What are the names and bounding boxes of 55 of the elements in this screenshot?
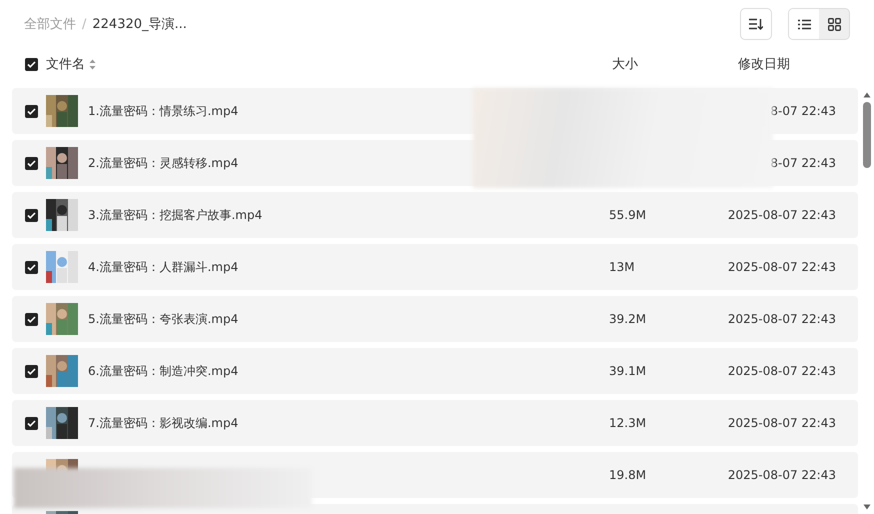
modified-date: 2025-08-07 22:43 [728,468,836,482]
grid-icon [828,18,840,30]
check-icon [27,316,36,322]
size-column-header: 大小 [612,56,638,73]
file-name: 4.流量密码：人群漏斗.mp4 [88,258,238,276]
modified-date: 8-07 22:43 [770,156,836,170]
file-size: 13M [609,260,635,274]
modified-date: 2025-08-07 22:43 [728,312,836,326]
file-size: 12.3M [609,416,646,430]
check-icon [27,60,36,68]
row-checkbox[interactable] [25,208,38,222]
check-icon [27,160,36,166]
list-icon [798,18,810,30]
scroll-down-icon[interactable] [863,504,871,510]
modified-date: 2025-08-07 22:43 [728,364,836,378]
modified-date: 2025-08-07 22:43 [728,208,836,222]
row-checkbox[interactable] [25,104,38,118]
modified-date: 2025-08-07 22:43 [728,416,836,430]
file-size: 39.1M [609,364,646,378]
file-row[interactable]: 6.流量密码：制造冲突.mp4 39.1M 2025-08-07 22:43 [12,348,858,394]
breadcrumb-separator: / [82,16,86,32]
file-row[interactable]: 3.流量密码：挖掘客户故事.mp4 55.9M 2025-08-07 22:43 [12,192,858,238]
file-size: 55.9M [609,208,646,222]
row-checkbox[interactable] [25,364,38,378]
file-name: 2.流量密码：灵感转移.mp4 [88,154,238,172]
file-row[interactable]: 5.流量密码：夸张表演.mp4 39.2M 2025-08-07 22:43 [12,296,858,342]
select-all-checkbox[interactable] [25,58,38,70]
scroll-up-icon[interactable] [863,92,871,98]
list-view-button[interactable] [789,9,819,39]
row-checkbox[interactable] [25,312,38,326]
check-icon [27,212,36,218]
scrollbar-thumb[interactable] [863,102,871,168]
modified-date: 2025-08-07 22:43 [728,260,836,274]
check-icon [27,368,36,374]
file-name: 3.流量密码：挖掘客户故事.mp4 [88,206,262,224]
date-column-header: 修改日期 [738,56,790,73]
row-checkbox[interactable] [25,416,38,430]
file-size: 19.8M [609,468,646,482]
check-icon [27,264,36,270]
file-name: 1.流量密码：情景练习.mp4 [88,102,238,120]
file-name: 7.流量密码：影视改编.mp4 [88,414,238,432]
sort-icon [749,18,763,30]
file-name: 5.流量密码：夸张表演.mp4 [88,310,238,328]
file-size: 39.2M [609,312,646,326]
file-name: 6.流量密码：制造冲突.mp4 [88,362,238,380]
check-icon [27,108,36,114]
modified-date: 8-07 22:43 [770,104,836,118]
sort-button[interactable] [740,8,772,40]
row-checkbox[interactable] [25,260,38,274]
name-column-header[interactable]: 文件名 [46,55,85,73]
sort-arrows-icon[interactable] [89,58,96,70]
check-icon [27,420,36,426]
row-checkbox[interactable] [25,156,38,170]
file-row[interactable]: 4.流量密码：人群漏斗.mp4 13M 2025-08-07 22:43 [12,244,858,290]
file-row[interactable]: 7.流量密码：影视改编.mp4 12.3M 2025-08-07 22:43 [12,400,858,446]
